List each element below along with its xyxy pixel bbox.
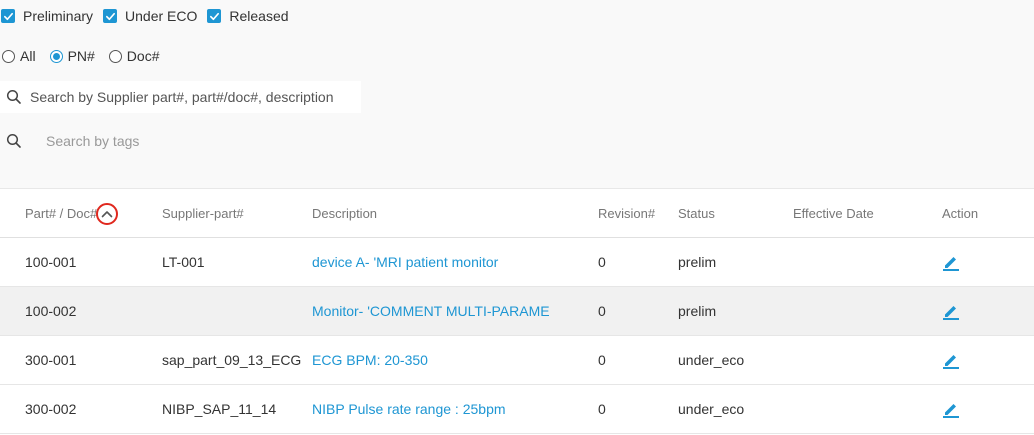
sort-toggle-button[interactable]	[96, 203, 119, 225]
radio-button-selected[interactable]	[49, 49, 63, 63]
column-header-description[interactable]: Description	[312, 189, 377, 237]
search-mode-group: All PN# Doc#	[0, 46, 171, 66]
radio-button[interactable]	[2, 49, 15, 63]
description-link[interactable]: ECG BPM: 20-350	[312, 336, 428, 384]
table-header: Part# / Doc# Supplier-part# Description …	[0, 189, 1034, 238]
checkbox-checked-icon[interactable]	[1, 9, 15, 23]
checkbox-label: Preliminary	[23, 8, 94, 24]
column-header-effective-date[interactable]: Effective Date	[793, 189, 874, 237]
column-header-supplier[interactable]: Supplier-part#	[162, 189, 244, 237]
checkbox-label: Under ECO	[125, 8, 198, 24]
cell-part: 300-001	[25, 352, 77, 368]
cell-status: under_eco	[678, 352, 745, 368]
radio-doc[interactable]: Doc#	[107, 48, 160, 64]
cell-revision: 0	[598, 254, 606, 270]
tag-search-input[interactable]	[46, 133, 376, 149]
cell-part: 100-001	[25, 254, 77, 270]
radio-label: PN#	[67, 48, 95, 64]
description-link[interactable]: Monitor- 'COMMENT MULTI-PARAME	[312, 287, 550, 335]
checkbox-label: Released	[229, 8, 289, 24]
cell-status: under_eco	[678, 401, 745, 417]
column-header-action: Action	[942, 205, 979, 221]
edit-icon[interactable]	[942, 351, 960, 369]
cell-part: 100-002	[25, 303, 77, 319]
radio-pn[interactable]: PN#	[48, 48, 95, 64]
description-link[interactable]: NIBP Pulse rate range : 25bpm	[312, 385, 506, 433]
column-header-part[interactable]: Part# / Doc#	[25, 189, 119, 237]
checkbox-under-eco[interactable]: Under ECO	[103, 8, 197, 24]
parts-table: Part# / Doc# Supplier-part# Description …	[0, 188, 1034, 435]
cell-part: 300-002	[25, 401, 77, 417]
tag-search-field[interactable]	[0, 124, 400, 158]
column-header-revision[interactable]: Revision#	[598, 189, 655, 237]
edit-icon[interactable]	[942, 302, 960, 320]
search-input[interactable]	[30, 89, 360, 105]
cell-supplier: sap_part_09_13_ECG	[162, 352, 302, 368]
edit-button[interactable]	[942, 385, 960, 433]
cell-revision: 0	[598, 401, 606, 417]
radio-all[interactable]: All	[0, 48, 36, 64]
checkbox-checked-icon[interactable]	[207, 9, 222, 23]
edit-icon[interactable]	[942, 400, 960, 418]
edit-icon[interactable]	[942, 253, 960, 271]
cell-supplier: NIBP_SAP_11_14	[162, 401, 277, 417]
checkbox-released[interactable]: Released	[207, 8, 289, 24]
radio-button[interactable]	[108, 49, 122, 63]
chevron-up-icon	[101, 211, 113, 218]
table-row[interactable]: 100-001 LT-001 device A- 'MRI patient mo…	[0, 238, 1034, 287]
radio-label: All	[20, 48, 36, 64]
table-row[interactable]: 300-001 sap_part_09_13_ECG ECG BPM: 20-3…	[0, 336, 1034, 385]
cell-revision: 0	[598, 352, 606, 368]
checkbox-preliminary[interactable]: Preliminary	[0, 8, 93, 24]
checkbox-checked-icon[interactable]	[103, 9, 118, 23]
description-link[interactable]: device A- 'MRI patient monitor	[312, 238, 498, 286]
cell-supplier: LT-001	[162, 254, 205, 270]
edit-button[interactable]	[942, 287, 960, 335]
cell-status: prelim	[678, 254, 717, 270]
column-header-label: Part# / Doc#	[25, 205, 98, 221]
table-row[interactable]: 300-002 NIBP_SAP_11_14 NIBP Pulse rate r…	[0, 385, 1034, 434]
search-field[interactable]	[0, 81, 361, 113]
radio-label: Doc#	[126, 48, 160, 64]
search-icon	[6, 89, 21, 104]
status-filter-group: Preliminary Under ECO Released	[0, 6, 299, 26]
column-header-status[interactable]: Status	[678, 189, 715, 237]
cell-status: prelim	[678, 303, 717, 319]
edit-button[interactable]	[942, 336, 960, 384]
cell-revision: 0	[598, 303, 606, 319]
search-icon	[6, 133, 21, 148]
edit-button[interactable]	[942, 238, 960, 286]
table-row[interactable]: 100-002 Monitor- 'COMMENT MULTI-PARAME 0…	[0, 287, 1034, 336]
